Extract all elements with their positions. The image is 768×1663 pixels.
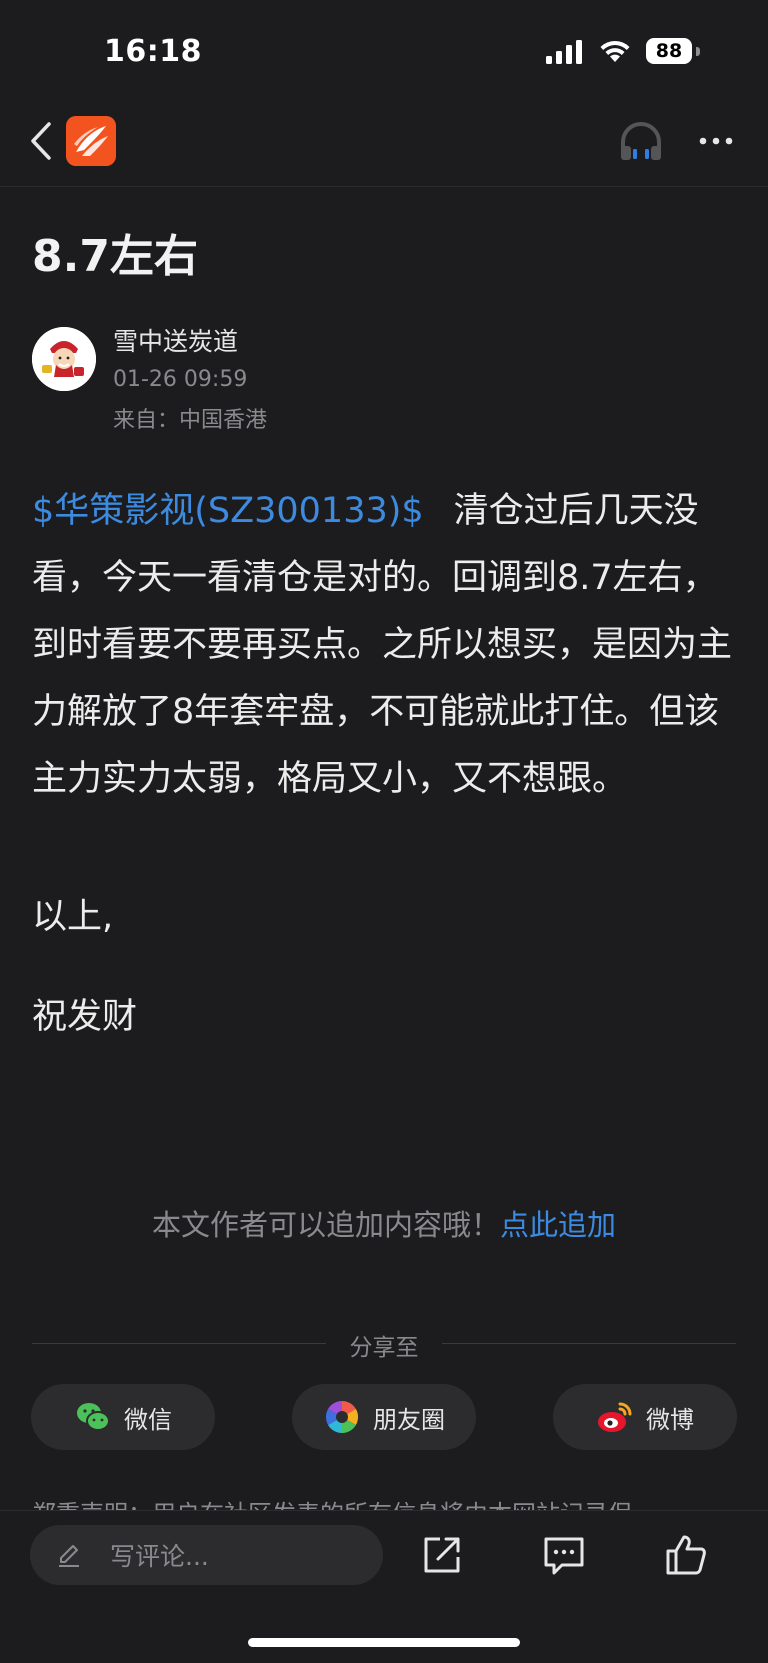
body-paragraph: 清仓过后几天没看，今天一看清仓是对的。回调到8.7左右，到时看要不要再买点。之所… xyxy=(32,491,733,799)
share-out-icon[interactable] xyxy=(420,1533,464,1577)
chevron-left-icon[interactable] xyxy=(28,120,54,162)
like-icon[interactable] xyxy=(664,1533,708,1577)
disclaimer: 郑重声明：用户在社区发表的所有信息将由本网站记录保 xyxy=(32,1494,744,1510)
paragraph-3: 祝发财 xyxy=(32,997,138,1037)
status-time: 16:18 xyxy=(104,34,202,69)
bottom-toolbar: 写评论... xyxy=(0,1510,768,1663)
pen-icon xyxy=(59,1545,79,1567)
share-moments-button[interactable]: 朋友圈 xyxy=(292,1384,476,1450)
share-weibo-label: 微博 xyxy=(646,1405,694,1434)
append-note: 本文作者可以追加内容哦！点此追加 xyxy=(0,1202,768,1244)
share-wechat-button[interactable]: 微信 xyxy=(31,1384,215,1450)
headphone-icon[interactable] xyxy=(618,120,664,162)
append-link[interactable]: 点此追加 xyxy=(500,1208,616,1242)
article-body: $华策影视(SZ300133)$ 清仓过后几天没看，今天一看清仓是对的。回调到8.… xyxy=(32,478,744,813)
weibo-icon xyxy=(598,1402,632,1432)
comment-input[interactable]: 写评论... xyxy=(30,1525,383,1585)
share-moments-label: 朋友圈 xyxy=(373,1405,445,1434)
app-logo-icon[interactable] xyxy=(66,116,116,166)
more-dots-icon[interactable] xyxy=(698,136,734,146)
comment-icon[interactable] xyxy=(542,1533,586,1577)
battery-level: 88 xyxy=(655,40,683,62)
comment-placeholder: 写评论... xyxy=(110,1542,209,1571)
wechat-icon xyxy=(77,1403,110,1431)
status-bar: 16:18 88 xyxy=(0,0,768,100)
append-note-text: 本文作者可以追加内容哦！ xyxy=(151,1208,500,1242)
avatar[interactable] xyxy=(32,327,96,391)
article-title: 8.7左右 xyxy=(32,231,198,282)
share-weibo-button[interactable]: 微博 xyxy=(553,1384,737,1450)
post-timestamp: 01-26 09:59 xyxy=(113,367,248,392)
share-label: 分享至 xyxy=(349,1335,419,1361)
battery-indicator: 88 xyxy=(646,38,700,66)
avatar-image xyxy=(32,327,96,391)
paragraph-2: 以上, xyxy=(32,897,114,937)
nav-bar xyxy=(0,100,768,187)
battery-tip xyxy=(696,47,700,56)
cellular-signal-icon xyxy=(546,40,582,64)
home-indicator xyxy=(248,1638,520,1647)
share-wechat-label: 微信 xyxy=(124,1405,172,1434)
author-name[interactable]: 雪中送炭道 xyxy=(113,322,238,358)
stock-link[interactable]: $华策影视(SZ300133)$ xyxy=(32,491,424,531)
wifi-icon xyxy=(600,40,630,62)
post-location: 来自：中国香港 xyxy=(113,408,268,433)
battery-body: 88 xyxy=(646,38,692,64)
article-page: 16:18 88 8.7左右 雪中送炭道 01-26 09:59 来自：中国香港… xyxy=(0,0,768,1663)
moments-icon xyxy=(325,1401,359,1433)
